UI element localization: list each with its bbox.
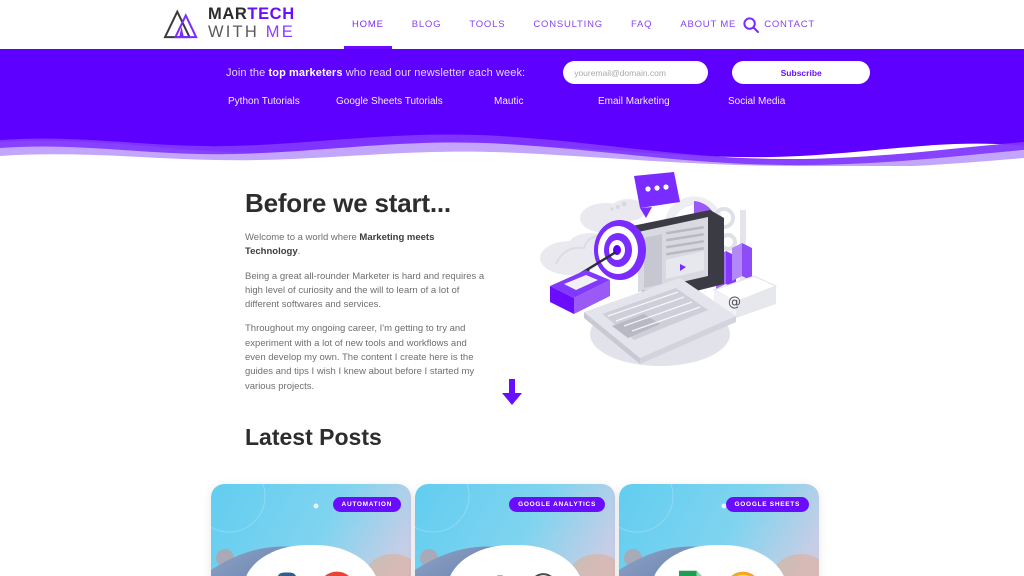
arrow-down-icon[interactable] <box>498 376 526 408</box>
svg-text:@: @ <box>728 295 741 310</box>
hero-paragraph-1: Welcome to a world where Marketing meets… <box>245 231 489 260</box>
newsletter-signup: Join the top marketers who read our news… <box>0 49 1024 84</box>
nav-item-faq[interactable]: FAQ <box>617 0 666 49</box>
nav-item-tools[interactable]: TOOLS <box>455 0 519 49</box>
newsletter-email-input[interactable] <box>563 61 709 84</box>
newsletter-prompt: Join the top marketers who read our news… <box>226 67 525 79</box>
hero-p1-after: . <box>297 246 301 258</box>
search-icon[interactable] <box>742 16 760 34</box>
logo-text-mar: MAR <box>208 5 248 23</box>
site-logo[interactable]: MARTECH WITH ME <box>163 6 295 40</box>
logo-wordmark: MARTECH WITH ME <box>208 6 295 40</box>
main-content: Before we start... Welcome to a world wh… <box>0 166 1024 576</box>
post-card-google-sheets[interactable]: GOOGLE SHEETS <box>619 484 819 576</box>
post-card-badge: GOOGLE ANALYTICS <box>509 497 605 512</box>
newsletter-band: Join the top marketers who read our news… <box>0 49 1024 127</box>
bitcoin-coin-icon: ₿ <box>722 569 764 576</box>
wave-divider <box>0 126 1024 166</box>
newsletter-text-after: who read our newsletter each week: <box>342 66 526 79</box>
post-card-automation[interactable]: AUTOMATION <box>211 484 411 576</box>
hero-paragraph-3: Throughout my ongoing career, I'm gettin… <box>245 323 475 392</box>
hero-paragraph-2: Being a great all-rounder Marketer is ha… <box>245 270 485 311</box>
newsletter-text-bold: top marketers <box>268 66 343 79</box>
logo-text-with: WITH <box>208 22 259 41</box>
page-title: Before we start... <box>245 188 451 218</box>
hero-copy: Welcome to a world where Marketing meets… <box>245 231 489 404</box>
nav-item-contact[interactable]: CONTACT <box>750 0 829 49</box>
category-links: Python Tutorials Google Sheets Tutorials… <box>0 96 1024 107</box>
google-logo-icon <box>316 569 358 576</box>
nav-item-about-me[interactable]: ABOUT ME <box>666 0 750 49</box>
post-card-google-analytics[interactable]: GOOGLE ANALYTICS ? <box>415 484 615 576</box>
latest-posts-card-list: AUTOMATION GOOGLE ANALYTICS GOOGLE SHEET… <box>211 484 821 576</box>
magnifier-question-icon: ? <box>520 570 560 576</box>
category-link-social-media[interactable]: Social Media <box>728 96 785 107</box>
python-logo-icon <box>264 569 306 576</box>
nav-item-consulting[interactable]: CONSULTING <box>519 0 617 49</box>
post-card-badge: AUTOMATION <box>332 497 401 512</box>
category-link-email-marketing[interactable]: Email Marketing <box>598 96 728 107</box>
google-analytics-logo-icon <box>470 570 510 576</box>
subscribe-button[interactable]: Subscribe <box>732 61 871 84</box>
google-sheets-logo-icon <box>674 569 712 576</box>
category-link-mautic[interactable]: Mautic <box>494 96 598 107</box>
hero-section: Before we start... Welcome to a world wh… <box>0 166 1024 405</box>
mountain-logo-icon <box>163 6 201 40</box>
category-link-python-tutorials[interactable]: Python Tutorials <box>228 96 336 107</box>
isometric-laptop-marketing-illustration: @ <box>528 166 788 381</box>
site-header: MARTECH WITH ME HOME BLOG TOOLS CONSULTI… <box>0 0 1024 49</box>
nav-item-blog[interactable]: BLOG <box>398 0 456 49</box>
newsletter-text-before: Join the <box>226 66 269 79</box>
latest-posts-heading: Latest Posts <box>245 424 382 450</box>
post-card-badge: GOOGLE SHEETS <box>725 497 809 512</box>
nav-item-home[interactable]: HOME <box>338 0 398 49</box>
logo-text-tech: TECH <box>247 5 295 23</box>
category-link-google-sheets-tutorials[interactable]: Google Sheets Tutorials <box>336 96 494 107</box>
logo-text-me: ME <box>265 22 295 41</box>
hero-p1-before: Welcome to a world where <box>245 232 360 243</box>
